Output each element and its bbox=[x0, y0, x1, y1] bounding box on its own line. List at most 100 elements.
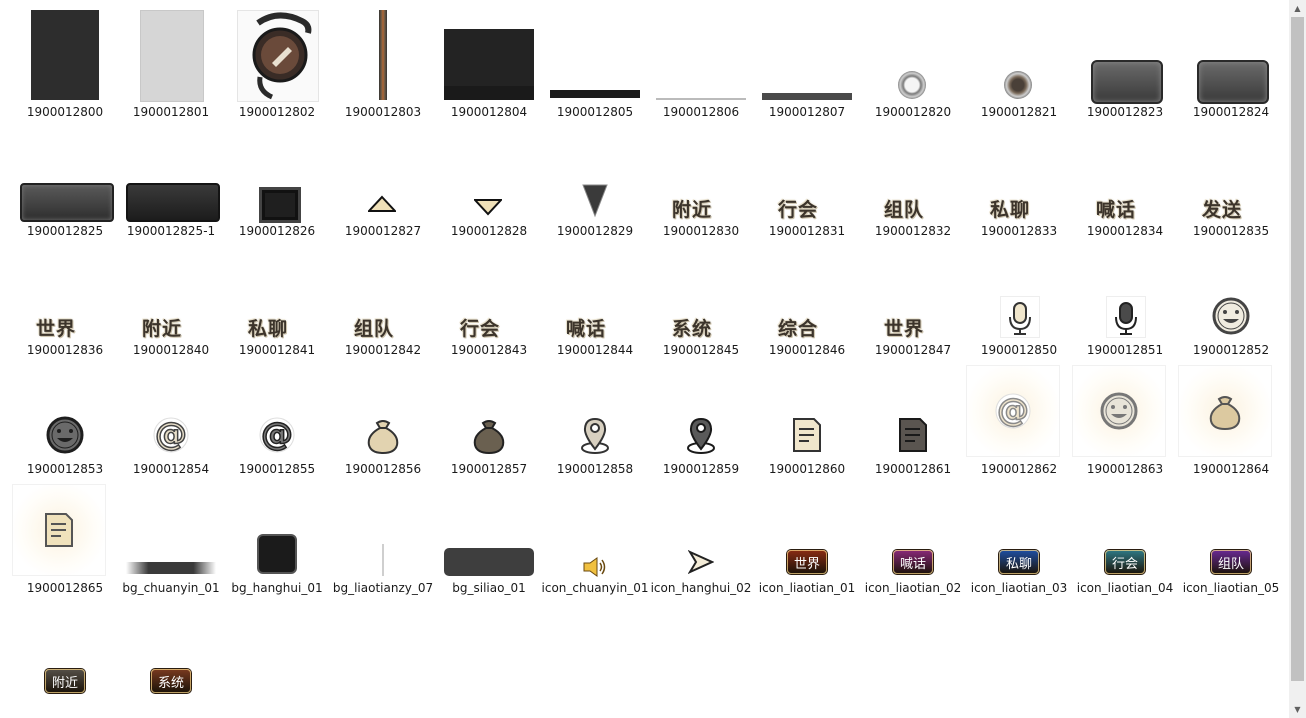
file-name: icon_liaotian_02 bbox=[864, 581, 962, 595]
file-name: 1900012803 bbox=[344, 105, 422, 119]
thin-line-icon bbox=[648, 8, 754, 100]
thumbnail: 行会 bbox=[1072, 484, 1178, 576]
text-image: 行会 bbox=[778, 199, 819, 221]
file-name: 1900012851 bbox=[1086, 343, 1164, 357]
file-name: 1900012864 bbox=[1192, 462, 1270, 476]
thumbnail: 喊话 bbox=[860, 484, 966, 576]
text-image: 组队 bbox=[884, 199, 925, 221]
vertical-scrollbar[interactable]: ▲ ▼ bbox=[1289, 0, 1306, 718]
file-name: bg_hanghui_01 bbox=[231, 581, 323, 595]
gray-strip-icon bbox=[754, 8, 860, 100]
file-name: 1900012844 bbox=[556, 343, 634, 357]
file-name: 1900012842 bbox=[344, 343, 422, 357]
chat-channel-button-image: 组队 bbox=[1211, 550, 1251, 574]
thumbnail: 私聊 bbox=[966, 484, 1072, 576]
thumbnail: 组队 bbox=[330, 246, 436, 340]
file-name: 1900012835 bbox=[1192, 224, 1270, 238]
scroll-down-icon[interactable]: ▼ bbox=[1289, 701, 1306, 718]
text-image: 发送 bbox=[1202, 199, 1243, 221]
microphone-dark-icon bbox=[1072, 246, 1178, 338]
file-name: 1900012856 bbox=[344, 462, 422, 476]
file-name: 1900012836 bbox=[26, 343, 104, 357]
file-name: icon_liaotian_05 bbox=[1182, 581, 1280, 595]
document-icon bbox=[754, 365, 860, 457]
chat-channel-button-image: 喊话 bbox=[893, 550, 933, 574]
money-bag-glow-icon bbox=[1178, 365, 1284, 457]
square-frame-icon bbox=[224, 127, 330, 223]
file-name: 1900012853 bbox=[26, 462, 104, 476]
file-name: icon_hanghui_02 bbox=[650, 581, 752, 595]
file-name: 1900012832 bbox=[874, 224, 952, 238]
text-image: 世界 bbox=[36, 318, 77, 340]
chat-channel-button-image: 私聊 bbox=[999, 550, 1039, 574]
thumbnail: 喊话 bbox=[542, 246, 648, 340]
file-name: 1900012862 bbox=[980, 462, 1058, 476]
document-glow-icon bbox=[12, 484, 118, 576]
round-button-dark-icon bbox=[966, 8, 1072, 100]
file-name: bg_chuanyin_01 bbox=[122, 581, 220, 595]
file-name: 1900012821 bbox=[980, 105, 1058, 119]
file-name: 1900012863 bbox=[1086, 462, 1164, 476]
file-name: 1900012859 bbox=[662, 462, 740, 476]
thumbnail: 系统 bbox=[118, 603, 224, 695]
chat-channel-button-image: 系统 bbox=[151, 669, 191, 693]
triangle-down-icon bbox=[436, 127, 542, 219]
scroll-up-icon[interactable]: ▲ bbox=[1289, 0, 1306, 17]
chat-channel-button-image: 行会 bbox=[1105, 550, 1145, 574]
svg-text:@: @ bbox=[155, 415, 187, 453]
file-name: 1900012807 bbox=[768, 105, 846, 119]
file-name: 1900012804 bbox=[450, 105, 528, 119]
text-image: 组队 bbox=[354, 318, 395, 340]
scrollbar-thumb[interactable] bbox=[1291, 17, 1304, 681]
text-image: 附近 bbox=[672, 199, 713, 221]
file-name: bg_liaotianzy_07 bbox=[332, 581, 434, 595]
file-name: 1900012826 bbox=[238, 224, 316, 238]
file-name: icon_liaotian_03 bbox=[970, 581, 1068, 595]
file-name: 1900012840 bbox=[132, 343, 210, 357]
smiley-icon bbox=[1178, 246, 1284, 338]
gradient-bar-icon bbox=[118, 484, 224, 576]
file-name: icon_liaotian_01 bbox=[758, 581, 856, 595]
triangle-down-dark-icon bbox=[542, 127, 648, 219]
file-name: 1900012858 bbox=[556, 462, 634, 476]
file-name: 1900012852 bbox=[1192, 343, 1270, 357]
file-name: 1900012860 bbox=[768, 462, 846, 476]
icon-view: 1900012800 1900012801 1900012802 1900012803… bbox=[0, 0, 1289, 718]
thumbnail: 私聊 bbox=[224, 246, 330, 340]
file-name: icon_liaotian_04 bbox=[1076, 581, 1174, 595]
dark-stone-bar-icon bbox=[118, 127, 224, 222]
location-pin-dark-icon bbox=[648, 365, 754, 457]
dark-gray-panel-icon bbox=[12, 8, 118, 100]
dark-rounded-bar-icon bbox=[436, 484, 542, 576]
thin-vertical-line-icon bbox=[330, 484, 436, 576]
file-name: 1900012845 bbox=[662, 343, 740, 357]
file-name: 1900012841 bbox=[238, 343, 316, 357]
thumbnail: 附近 bbox=[118, 246, 224, 340]
thumbnail: 系统 bbox=[648, 246, 754, 340]
file-name: 1900012829 bbox=[556, 224, 634, 238]
file-name: 1900012801 bbox=[132, 105, 210, 119]
text-image: 行会 bbox=[460, 318, 501, 340]
text-image: 喊话 bbox=[566, 318, 607, 340]
text-image: 附近 bbox=[142, 318, 183, 340]
file-name: 1900012825-1 bbox=[126, 224, 216, 238]
file-name: 1900012820 bbox=[874, 105, 952, 119]
thumbnail: 附近 bbox=[12, 603, 118, 695]
at-sign-dark-icon: @ bbox=[224, 365, 330, 457]
file-name: 1900012833 bbox=[980, 224, 1058, 238]
thumbnail: 综合 bbox=[754, 246, 860, 340]
light-gray-panel-icon bbox=[118, 8, 224, 102]
text-image: 私聊 bbox=[248, 318, 289, 340]
file-name: 1900012847 bbox=[874, 343, 952, 357]
thumbnail: 世界 bbox=[754, 484, 860, 576]
stone-plate-icon bbox=[1178, 8, 1284, 104]
thumbnail: 组队 bbox=[1178, 484, 1284, 576]
triangle-up-icon bbox=[330, 127, 436, 219]
text-image: 综合 bbox=[778, 318, 819, 340]
file-name: 1900012802 bbox=[238, 105, 316, 119]
thumbnail: 组队 bbox=[860, 127, 966, 221]
file-name: 1900012824 bbox=[1192, 105, 1270, 119]
thumbnail: 行会 bbox=[436, 246, 542, 340]
file-name: 1900012854 bbox=[132, 462, 210, 476]
text-image: 系统 bbox=[672, 318, 713, 340]
